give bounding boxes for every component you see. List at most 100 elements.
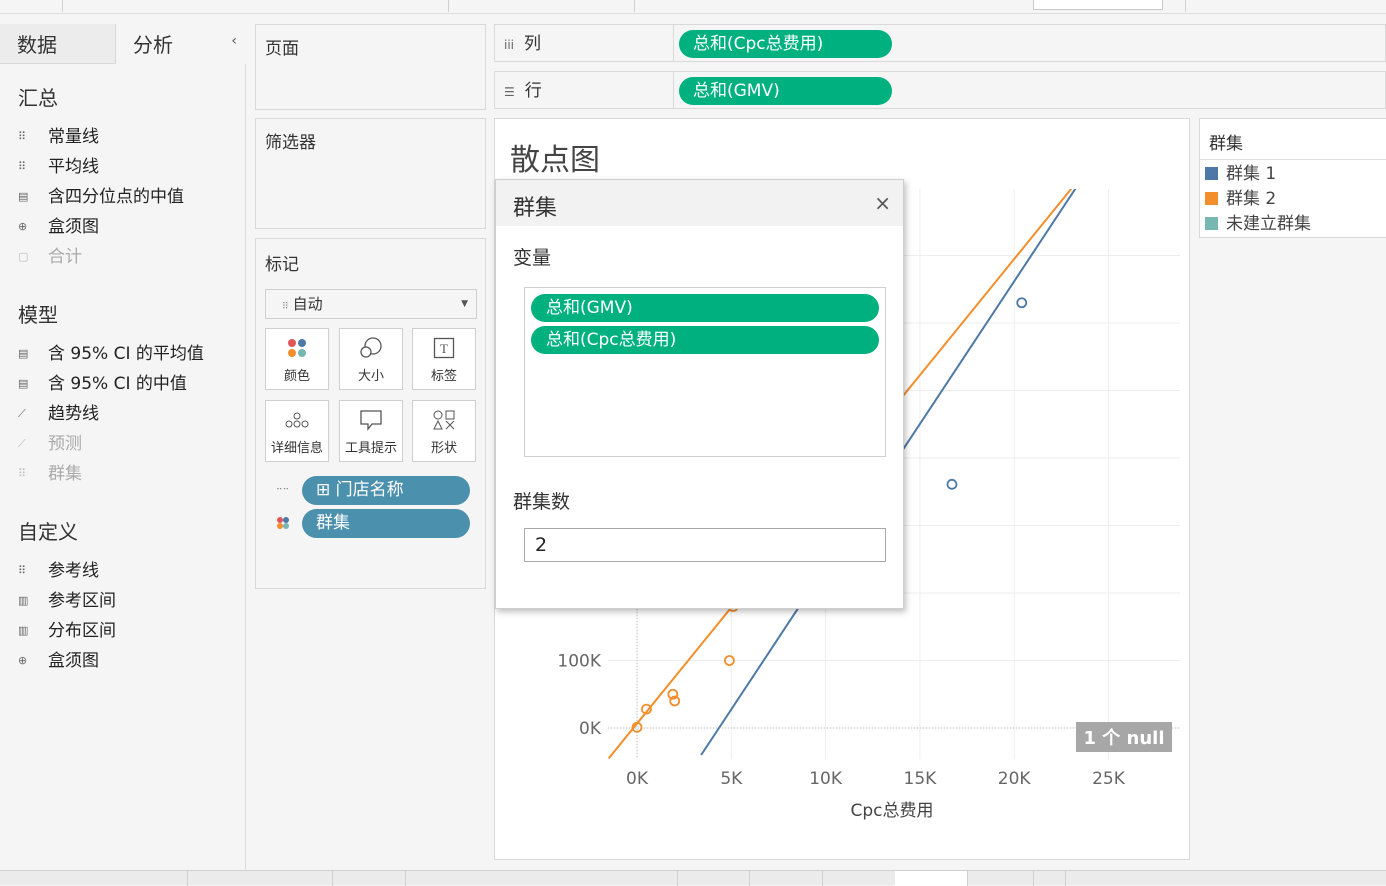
detail-icon: [266, 401, 328, 437]
analytics-item-reference-line[interactable]: ⠿ 参考线: [18, 559, 99, 583]
color-icon: [266, 329, 328, 365]
x-tick-label: 25K: [1092, 769, 1126, 789]
legend-swatch: [1205, 167, 1218, 180]
marks-size-button[interactable]: 大小: [339, 328, 403, 390]
rows-pill-gmv[interactable]: 总和(GMV): [679, 77, 892, 105]
marks-card: 标记 ⠿ 自动 ▼ 颜色 大小 T 标签 详细信息 工具提示 形状 ⠤⠤ ⊞ 门…: [255, 238, 486, 589]
columns-icon: iii: [504, 38, 515, 52]
box-plot-icon: ⊕: [18, 654, 28, 667]
analytics-item-median-quartiles[interactable]: ▤ 含四分位点的中值: [18, 185, 184, 209]
median-ci-icon: ▤: [18, 377, 29, 390]
sheet-tab[interactable]: [678, 871, 750, 886]
x-tick-label: 10K: [809, 769, 843, 789]
analytics-item-label: 合计: [48, 247, 82, 267]
section-summary-title: 汇总: [18, 86, 58, 110]
collapse-pane-icon[interactable]: ‹: [231, 33, 237, 49]
field-pill-store-name[interactable]: ⊞ 门店名称: [302, 476, 470, 505]
analytics-item-reference-band[interactable]: ▥ 参考区间: [18, 589, 116, 613]
analytics-item-label: 参考区间: [48, 591, 116, 611]
columns-shelf[interactable]: iii 列 总和(Cpc总费用): [494, 24, 1386, 62]
variables-dropzone[interactable]: 总和(GMV) 总和(Cpc总费用): [524, 287, 886, 457]
analytics-item-cluster: ⠿ 群集: [18, 462, 82, 486]
pages-card-title: 页面: [265, 39, 299, 59]
cluster-count-input[interactable]: 2: [524, 528, 886, 562]
automatic-mark-icon: ⠿: [282, 302, 289, 312]
cluster-icon: ⠿: [18, 467, 27, 480]
box-plot-icon: ⊕: [18, 220, 28, 233]
analytics-item-label: 趋势线: [48, 404, 99, 424]
marks-label-button[interactable]: T 标签: [412, 328, 476, 390]
median-quartiles-icon: ▤: [18, 190, 29, 203]
sheet-tab[interactable]: [0, 871, 188, 886]
marks-label-label: 标签: [430, 369, 457, 384]
data-point: [1016, 297, 1028, 309]
analytics-item-box-plot[interactable]: ⊕ 盒须图: [18, 215, 99, 239]
marks-detail-button[interactable]: 详细信息: [265, 400, 329, 462]
filters-card-title: 筛选器: [265, 133, 316, 153]
marks-shape-button[interactable]: 形状: [412, 400, 476, 462]
legend-item-label: 群集 2: [1226, 189, 1277, 209]
analytics-item-average-ci[interactable]: ▤ 含 95% CI 的平均值: [18, 342, 204, 366]
sheet-tab[interactable]: [188, 871, 333, 886]
marks-detail-label: 详细信息: [270, 441, 323, 456]
reference-line-icon: ⠿: [18, 564, 27, 577]
legend-item-label: 群集 1: [1226, 164, 1277, 184]
legend-title: 群集: [1209, 134, 1243, 154]
legend-item-cluster-1[interactable]: 群集 1: [1205, 163, 1276, 185]
sheet-tab[interactable]: [750, 871, 823, 886]
legend-divider: [1200, 159, 1386, 160]
filters-card[interactable]: 筛选器: [255, 118, 486, 229]
legend-item-cluster-2[interactable]: 群集 2: [1205, 188, 1276, 210]
size-icon: [340, 329, 402, 365]
columns-pill-cpc-cost[interactable]: 总和(Cpc总费用): [679, 30, 892, 58]
rows-shelf[interactable]: ☰ 行 总和(GMV): [494, 71, 1386, 109]
x-tick-label: 20K: [998, 769, 1032, 789]
sheet-tab[interactable]: [333, 871, 406, 886]
sheet-tab[interactable]: [1000, 871, 1034, 886]
mark-type-dropdown[interactable]: ⠿ 自动 ▼: [265, 289, 477, 319]
tab-analysis[interactable]: 分析: [116, 24, 246, 64]
analytics-item-label: 预测: [48, 434, 82, 454]
close-icon[interactable]: ×: [874, 191, 891, 215]
forecast-icon: ⟋: [18, 437, 26, 450]
tab-data[interactable]: 数据: [0, 24, 116, 64]
analytics-item-trend-line[interactable]: ⟋ 趋势线: [18, 402, 99, 426]
section-custom-title: 自定义: [18, 520, 78, 544]
variable-pill-cpc-cost[interactable]: 总和(Cpc总费用): [531, 326, 879, 354]
mark-type-value: 自动: [292, 295, 323, 313]
null-indicator[interactable]: 1 个 null: [1076, 722, 1172, 752]
trend-line-icon: ⟋: [18, 407, 26, 420]
legend-item-unclustered[interactable]: 未建立群集: [1205, 213, 1311, 235]
shape-icon: [413, 401, 475, 437]
marks-shape-label: 形状: [430, 441, 457, 456]
analytics-item-label: 分布区间: [48, 621, 116, 641]
distribution-band-icon: ▥: [18, 624, 29, 637]
marks-tooltip-label: 工具提示: [344, 441, 397, 456]
data-point: [1144, 139, 1153, 148]
fit-dropdown[interactable]: [1033, 0, 1163, 10]
analytics-item-box-plot-custom[interactable]: ⊕ 盒须图: [18, 649, 99, 673]
dialog-header: 群集 ×: [496, 180, 903, 226]
field-pill-cluster[interactable]: 群集: [302, 509, 470, 538]
analytics-item-constant-line[interactable]: ⠿ 常量线: [18, 125, 99, 149]
marks-tooltip-button[interactable]: 工具提示: [339, 400, 403, 462]
sheet-tab-active[interactable]: [895, 871, 968, 886]
variable-pill-gmv[interactable]: 总和(GMV): [531, 294, 879, 322]
rows-shelf-title: 行: [524, 81, 542, 101]
toolbar-separator: [448, 0, 449, 12]
analytics-item-label: 含四分位点的中值: [48, 187, 184, 207]
analytics-item-label: 含 95% CI 的中值: [48, 374, 187, 394]
field-pill-label: 群集: [316, 513, 350, 533]
analytics-item-distribution-band[interactable]: ▥ 分布区间: [18, 619, 116, 643]
analytics-item-median-ci[interactable]: ▤ 含 95% CI 的中值: [18, 372, 187, 396]
cluster-dialog: 群集 × 变量 总和(GMV) 总和(Cpc总费用) 群集数 2: [495, 179, 904, 609]
totals-icon: ▢: [18, 250, 29, 263]
pages-card[interactable]: 页面: [255, 24, 486, 110]
chevron-down-icon: ▼: [461, 299, 468, 309]
sheet-tab[interactable]: [406, 871, 678, 886]
marks-color-button[interactable]: 颜色: [265, 328, 329, 390]
expand-icon: ⊞: [316, 480, 331, 500]
analytics-pane: 数据 分析 ‹ 汇总 ⠿ 常量线 ⠿ 平均线 ▤ 含四分位点的中值 ⊕ 盒须图 ▢ 合计 …: [0, 24, 246, 870]
analytics-item-average-line[interactable]: ⠿ 平均线: [18, 155, 99, 179]
sheet-tab[interactable]: [1034, 871, 1066, 886]
